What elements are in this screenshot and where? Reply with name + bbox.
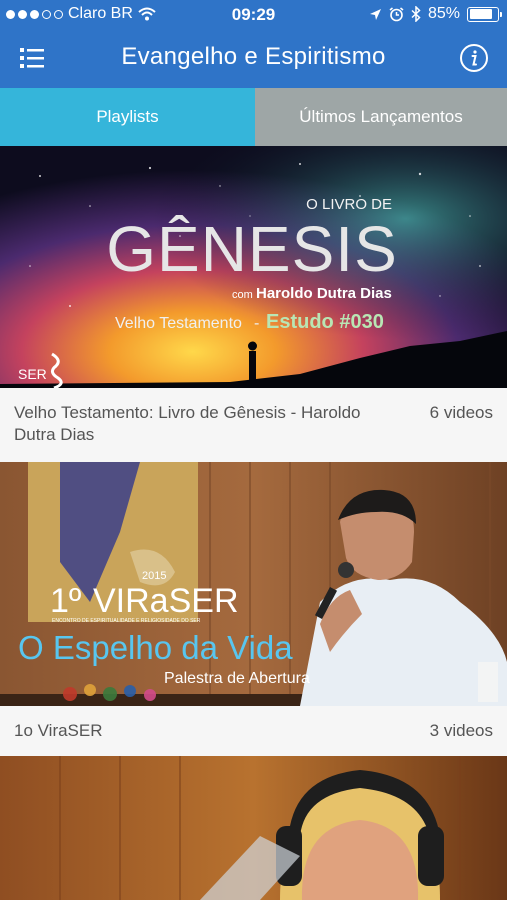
segmented-tabs: Playlists Últimos Lançamentos bbox=[0, 88, 507, 146]
list-item[interactable]: Velho Testamento: Livro de Gênesis - Har… bbox=[0, 388, 507, 462]
playlist-thumbnail[interactable]: 1º VIRaSER 2015 ENCONTRO DE ESPIRITUALID… bbox=[0, 462, 507, 706]
battery-fill bbox=[469, 9, 493, 19]
list-item[interactable]: 1o ViraSER 3 videos bbox=[0, 706, 507, 756]
status-right: 85% bbox=[369, 5, 502, 23]
byline-name: Haroldo Dutra Dias bbox=[256, 285, 392, 302]
headline-text: GÊNESIS bbox=[106, 213, 398, 285]
status-bar: Claro BR 09:29 85% bbox=[0, 0, 507, 30]
bluetooth-icon bbox=[411, 6, 421, 22]
kicker-text: O LIVRO DE bbox=[306, 196, 392, 213]
event-year: 2015 bbox=[142, 570, 166, 582]
video-count: 6 videos bbox=[429, 403, 493, 422]
viraser-artwork: 1º VIRaSER 2015 ENCONTRO DE ESPIRITUALID… bbox=[0, 462, 507, 706]
playlist-title: Velho Testamento: Livro de Gênesis - Har… bbox=[14, 403, 361, 444]
playlist-thumbnail[interactable]: O LIVRO DE GÊNESIS com Haroldo Dutra Dia… bbox=[0, 146, 507, 388]
page-title: Evangelho e Espiritismo bbox=[121, 43, 386, 70]
playlist-title: 1o ViraSER bbox=[14, 721, 103, 740]
series-text: Velho Testamento bbox=[115, 315, 242, 332]
info-icon[interactable] bbox=[459, 43, 489, 73]
video-count: 3 videos bbox=[429, 721, 493, 740]
event-number: 1º bbox=[50, 582, 81, 620]
nav-bar: Evangelho e Espiritismo bbox=[0, 30, 507, 88]
byline-prefix: com bbox=[232, 289, 253, 301]
genesis-artwork: O LIVRO DE GÊNESIS com Haroldo Dutra Dia… bbox=[0, 146, 507, 388]
talk-headline: O Espelho da Vida bbox=[18, 629, 293, 666]
battery-percent: 85% bbox=[427, 5, 460, 22]
alarm-clock-icon bbox=[389, 6, 404, 21]
tab-playlists[interactable]: Playlists bbox=[0, 88, 255, 146]
battery-icon bbox=[467, 6, 502, 22]
playlist-thumbnail[interactable] bbox=[0, 756, 507, 900]
series-separator: - bbox=[254, 315, 259, 332]
singer-artwork bbox=[0, 756, 507, 900]
event-tagline: ENCONTRO DE ESPIRITUALIDADE E RELIGIOSID… bbox=[52, 618, 201, 624]
event-name: VIRaSER bbox=[93, 582, 239, 620]
ser-logo-text: SER bbox=[18, 366, 47, 382]
study-text: Estudo #030 bbox=[266, 311, 384, 333]
talk-subtitle: Palestra de Abertura bbox=[164, 670, 310, 687]
location-arrow-icon bbox=[369, 8, 381, 20]
tab-ultimos-lancamentos[interactable]: Últimos Lançamentos bbox=[255, 88, 507, 146]
